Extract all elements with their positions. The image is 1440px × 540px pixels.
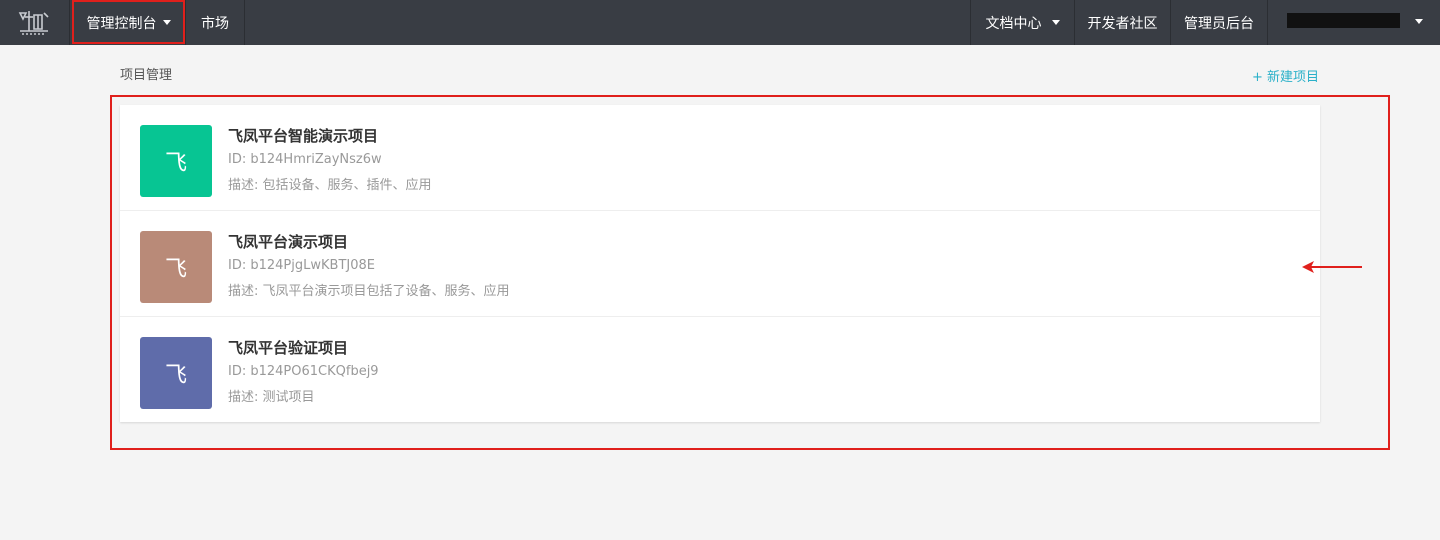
community-label: 开发者社区 xyxy=(1087,15,1158,32)
top-navbar: 管理控制台 市场 文档中心 开发者社区 管理员后台 xyxy=(0,0,1440,45)
chevron-down-icon xyxy=(162,20,171,25)
chevron-down-icon xyxy=(1051,20,1060,25)
project-id: ID: b124PjgLwKBTJ08E xyxy=(228,258,375,273)
project-avatar: 飞 xyxy=(140,231,212,303)
project-item[interactable]: 飞 飞凤平台验证项目 ID: b124PO61CKQfbej9 描述: 测试项目 xyxy=(120,317,1320,422)
console-menu[interactable]: 管理控制台 xyxy=(72,0,185,45)
project-id: ID: b124PO61CKQfbej9 xyxy=(228,364,379,379)
market-link[interactable]: 市场 xyxy=(186,0,244,45)
project-description: 描述: 测试项目 xyxy=(228,390,315,405)
admin-label: 管理员后台 xyxy=(1184,15,1254,32)
market-label: 市场 xyxy=(201,15,229,32)
annotation-arrow-icon xyxy=(1302,259,1364,273)
new-project-button[interactable]: + 新建项目 xyxy=(1252,66,1319,85)
project-avatar: 飞 xyxy=(140,337,212,409)
redacted-username xyxy=(1287,13,1400,28)
project-list: 飞 飞凤平台智能演示项目 ID: b124HmriZayNsz6w 描述: 包括… xyxy=(120,105,1320,422)
project-name[interactable]: 飞凤平台智能演示项目 xyxy=(228,125,378,146)
project-item[interactable]: 飞 飞凤平台智能演示项目 ID: b124HmriZayNsz6w 描述: 包括… xyxy=(120,105,1320,211)
project-avatar: 飞 xyxy=(140,125,212,197)
project-name[interactable]: 飞凤平台演示项目 xyxy=(228,231,348,252)
nav-divider xyxy=(244,0,245,45)
chevron-down-icon xyxy=(1415,19,1423,24)
project-description: 描述: 包括设备、服务、插件、应用 xyxy=(228,178,432,193)
project-description: 描述: 飞凤平台演示项目包括了设备、服务、应用 xyxy=(228,284,510,299)
nav-divider xyxy=(69,0,70,45)
docs-menu[interactable]: 文档中心 xyxy=(971,0,1074,45)
project-item[interactable]: 飞 飞凤平台演示项目 ID: b124PjgLwKBTJ08E 描述: 飞凤平台… xyxy=(120,211,1320,317)
docs-menu-label: 文档中心 xyxy=(985,15,1042,32)
console-menu-label: 管理控制台 xyxy=(86,15,157,32)
admin-link[interactable]: 管理员后台 xyxy=(1171,0,1267,45)
page-title: 项目管理 xyxy=(120,68,173,83)
logo-icon[interactable] xyxy=(14,5,54,39)
project-name[interactable]: 飞凤平台验证项目 xyxy=(228,337,348,358)
community-link[interactable]: 开发者社区 xyxy=(1075,0,1170,45)
project-id: ID: b124HmriZayNsz6w xyxy=(228,152,382,167)
